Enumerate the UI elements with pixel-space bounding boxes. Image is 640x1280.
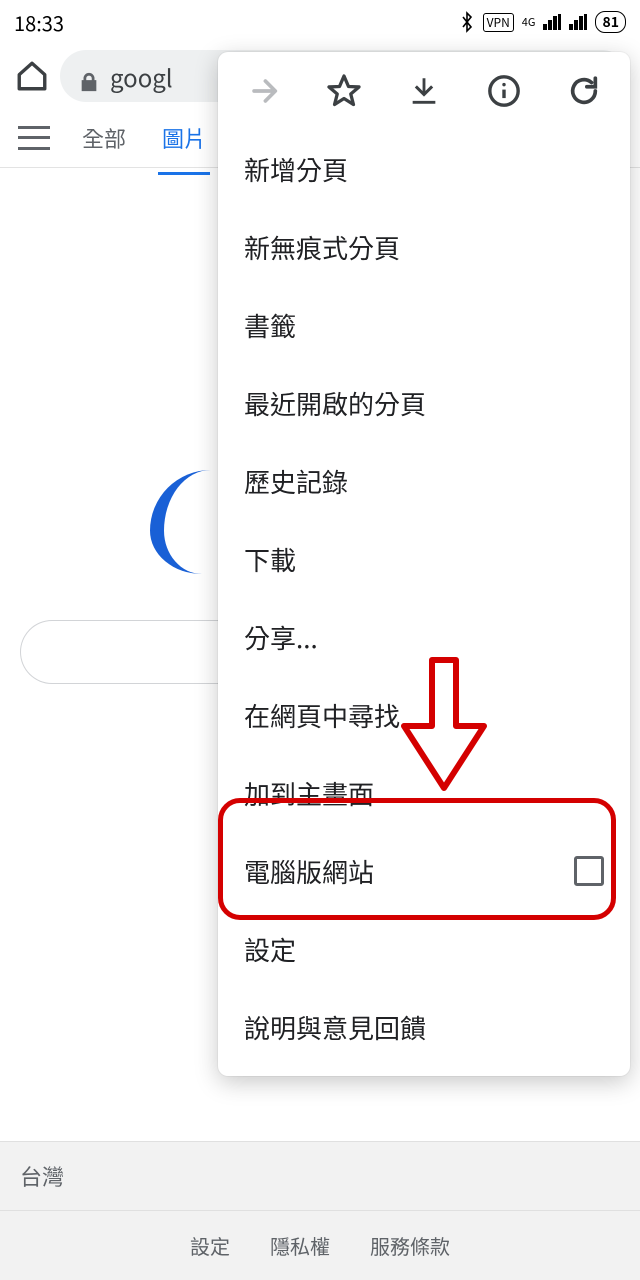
status-bar: 18:33 VPN 4G 81 (0, 0, 640, 44)
menu-help-label: 說明與意見回饋 (244, 1009, 426, 1046)
menu-recent-tabs[interactable]: 最近開啟的分頁 (218, 364, 630, 442)
footer-privacy-link[interactable]: 隱私權 (270, 1231, 330, 1260)
menu-share-label: 分享... (244, 619, 318, 656)
vpn-badge: VPN (483, 13, 514, 32)
menu-settings[interactable]: 設定 (218, 910, 630, 988)
signal-icon-2 (569, 14, 587, 30)
google-logo-fragment (150, 470, 222, 574)
menu-new-incognito[interactable]: 新無痕式分頁 (218, 208, 630, 286)
home-button[interactable] (12, 56, 52, 96)
info-button[interactable] (485, 72, 523, 110)
annotation-arrow (398, 656, 490, 797)
page-footer: 台灣 設定 隱私權 服務條款 (0, 1141, 640, 1280)
network-label: 4G (522, 17, 536, 28)
tab-all[interactable]: 全部 (78, 122, 130, 154)
menu-find-label: 在網頁中尋找 (244, 697, 400, 734)
download-button[interactable] (405, 72, 443, 110)
menu-new-tab-label: 新增分頁 (244, 151, 348, 188)
menu-downloads[interactable]: 下載 (218, 520, 630, 598)
menu-new-tab[interactable]: 新增分頁 (218, 130, 630, 208)
lock-icon (78, 65, 100, 87)
menu-settings-label: 設定 (244, 931, 296, 968)
status-right: VPN 4G 81 (459, 11, 626, 33)
forward-button[interactable] (245, 72, 283, 110)
tab-images[interactable]: 圖片 (158, 122, 210, 175)
url-text: googl (110, 59, 173, 94)
menu-icon-row (218, 52, 630, 130)
signal-icon-1 (543, 14, 561, 30)
menu-new-incognito-label: 新無痕式分頁 (244, 229, 400, 266)
battery-badge: 81 (595, 11, 626, 33)
footer-settings-link[interactable]: 設定 (190, 1231, 230, 1260)
menu-help-feedback[interactable]: 說明與意見回饋 (218, 988, 630, 1066)
footer-region: 台灣 (0, 1141, 640, 1211)
menu-downloads-label: 下載 (244, 541, 296, 578)
reload-button[interactable] (565, 72, 603, 110)
overflow-menu: 新增分頁 新無痕式分頁 書籤 最近開啟的分頁 歷史記錄 下載 分享... 在網頁… (218, 52, 630, 1076)
bluetooth-icon (459, 11, 475, 33)
annotation-highlight-box (218, 798, 616, 920)
search-box-fragment (20, 620, 220, 684)
menu-bookmarks[interactable]: 書籤 (218, 286, 630, 364)
hamburger-icon[interactable] (18, 122, 50, 154)
bookmark-star-button[interactable] (325, 72, 363, 110)
menu-recent-label: 最近開啟的分頁 (244, 385, 426, 422)
menu-history-label: 歷史記錄 (244, 463, 348, 500)
status-time: 18:33 (14, 8, 64, 37)
menu-bookmarks-label: 書籤 (244, 307, 296, 344)
menu-history[interactable]: 歷史記錄 (218, 442, 630, 520)
footer-terms-link[interactable]: 服務條款 (370, 1231, 450, 1260)
